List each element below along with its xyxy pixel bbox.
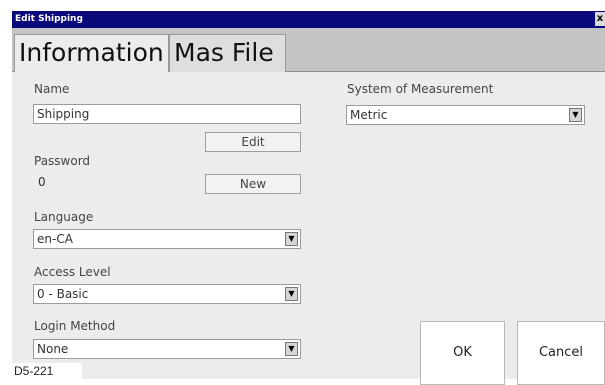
window-titlebar: Edit Shipping x	[12, 11, 605, 28]
login-method-select-value: None	[37, 342, 69, 356]
window-title: Edit Shipping	[15, 14, 83, 24]
ok-button[interactable]: OK	[420, 321, 505, 385]
password-value: 0	[38, 175, 46, 189]
cancel-button[interactable]: Cancel	[517, 321, 605, 385]
tab-mas-file[interactable]: Mas File	[169, 34, 286, 72]
new-button[interactable]: New	[205, 174, 301, 194]
language-select[interactable]: en-CA ▼	[33, 229, 301, 249]
tab-information[interactable]: Information	[14, 34, 169, 72]
chevron-down-icon[interactable]: ▼	[569, 108, 582, 122]
edit-button[interactable]: Edit	[205, 132, 301, 152]
name-field[interactable]: Shipping	[33, 104, 301, 124]
access-level-select[interactable]: 0 - Basic ▼	[33, 284, 301, 304]
language-label: Language	[34, 210, 94, 224]
login-method-select[interactable]: None ▼	[33, 339, 301, 359]
information-panel: Name Shipping Edit Password 0 New Langua…	[12, 72, 605, 385]
login-method-label: Login Method	[34, 319, 116, 333]
access-level-label: Access Level	[34, 265, 111, 279]
password-label: Password	[34, 154, 91, 168]
chevron-down-icon[interactable]: ▼	[285, 342, 298, 356]
close-icon[interactable]: x	[595, 12, 605, 26]
measurement-select[interactable]: Metric ▼	[346, 105, 585, 125]
access-level-select-value: 0 - Basic	[37, 287, 89, 301]
measurement-label: System of Measurement	[347, 82, 494, 96]
tab-strip: Information Mas File	[12, 28, 605, 72]
chevron-down-icon[interactable]: ▼	[285, 232, 298, 246]
figure-label: D5-221	[12, 363, 82, 379]
name-label: Name	[34, 82, 70, 96]
measurement-select-value: Metric	[350, 108, 388, 122]
language-select-value: en-CA	[37, 232, 73, 246]
chevron-down-icon[interactable]: ▼	[285, 287, 298, 301]
